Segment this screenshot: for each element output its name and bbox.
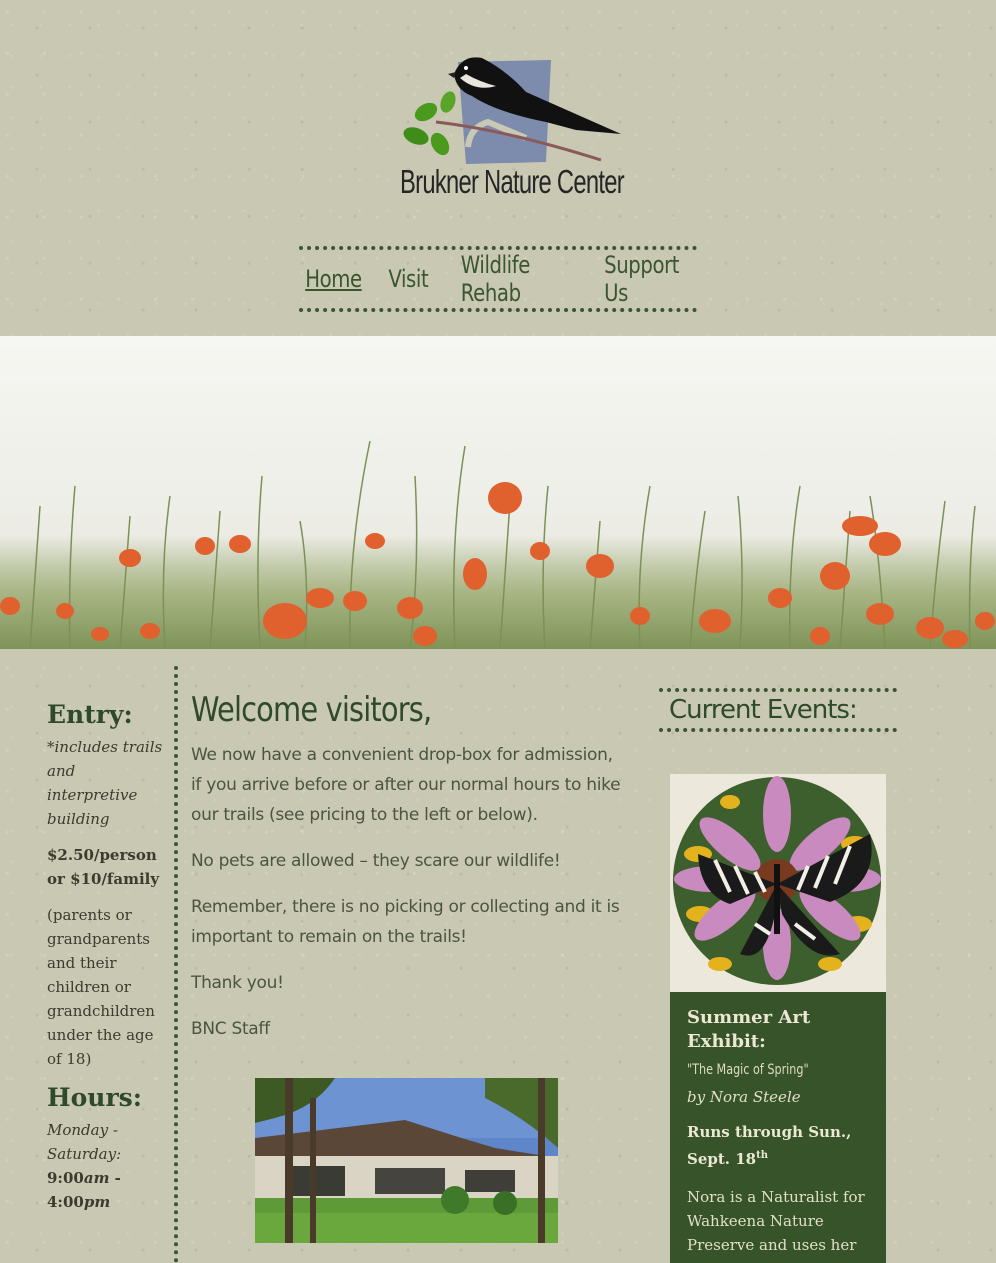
entry-family-note: (parents or grandparents and their child… — [47, 906, 155, 1068]
logo-text: Brukner Nature Center — [400, 163, 625, 200]
entry-heading: Entry: — [47, 700, 133, 729]
welcome-section: Welcome visitors, We now have a convenie… — [191, 690, 621, 1060]
event-dates: Runs through Sun., Sept. 18th — [687, 1120, 869, 1171]
welcome-paragraph-dropbox: We now have a convenient drop-box for ad… — [191, 745, 621, 825]
event-byline: by Nora Steele — [687, 1088, 801, 1106]
event-runs-text: Runs through Sun., Sept. 18 — [687, 1123, 852, 1168]
hours-days: Monday - Saturday: — [47, 1121, 122, 1163]
hero-poppy-field-image — [0, 336, 996, 649]
main-nav: Home Visit Wildlife Rehab Support Us — [299, 246, 697, 312]
current-events-heading: Current Events: — [659, 688, 897, 732]
hours-text: Monday - Saturday: 9:00am - 4:00pm — [47, 1118, 165, 1214]
entry-price: $2.50/person or $10/family — [47, 846, 160, 888]
sidebar-entry-hours: Entry: *includes trails and interpretive… — [47, 700, 165, 1214]
nav-item-wildlife-rehab[interactable]: Wildlife Rehab — [460, 251, 567, 307]
welcome-paragraph-pets: No pets are allowed – they scare our wil… — [191, 851, 561, 871]
event-runs-suffix: th — [756, 1150, 769, 1161]
hours-open: 9:00 — [47, 1169, 84, 1187]
hours-close: 4:00 — [47, 1193, 84, 1211]
nav-item-support-us[interactable]: Support Us — [605, 251, 688, 307]
welcome-paragraph-rules: Remember, there is no picking or collect… — [191, 897, 620, 947]
sidebar-divider — [174, 666, 178, 1263]
nature-center-building-photo — [255, 1078, 558, 1243]
entry-note: *includes trails and interpretive buildi… — [47, 738, 163, 828]
hours-open-suffix: am — [83, 1169, 110, 1187]
hours-heading: Hours: — [47, 1083, 142, 1112]
event-subtitle: "The Magic of Spring" — [687, 1062, 809, 1078]
event-details: Summer Art Exhibit: "The Magic of Spring… — [670, 992, 886, 1263]
butterfly-painting-image — [670, 774, 886, 992]
hours-close-suffix: pm — [83, 1193, 111, 1211]
welcome-heading: Welcome visitors, — [191, 690, 432, 730]
event-card[interactable]: Summer Art Exhibit: "The Magic of Spring… — [670, 774, 886, 1263]
nav-item-visit[interactable]: Visit — [388, 265, 428, 293]
welcome-paragraph-thanks: Thank you! — [191, 973, 284, 993]
site-header: Brukner Nature Center Home Visit Wildlif… — [0, 0, 996, 336]
welcome-signature: BNC Staff — [191, 1019, 270, 1039]
nav-item-home[interactable]: Home — [305, 265, 362, 293]
event-description: Nora is a Naturalist for Wahkeena Nature… — [687, 1188, 865, 1254]
event-title: Summer Art Exhibit: — [687, 1007, 811, 1052]
hours-separator: - — [109, 1169, 121, 1187]
